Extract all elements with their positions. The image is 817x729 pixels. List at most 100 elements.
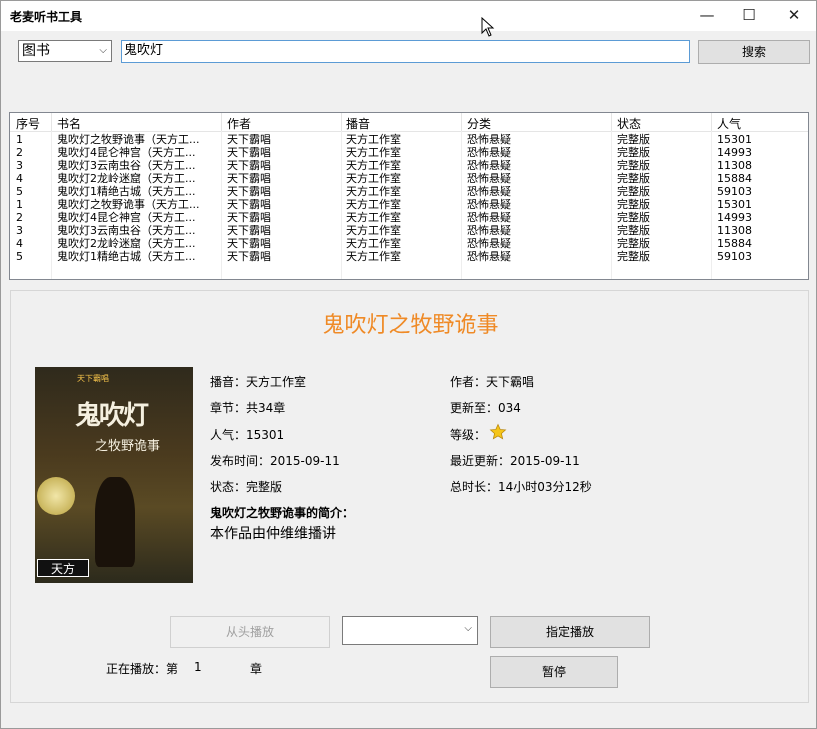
author-cell: 天下霸唱 <box>227 250 271 263</box>
author-cell: 天下霸唱 <box>227 172 271 185</box>
table-row[interactable]: 2 鬼吹灯4昆仑神宫（天方工... 天下霸唱 天方工作室 恐怖悬疑 完整版 14993 <box>10 211 808 224</box>
popularity-cell: 15884 <box>717 237 752 250</box>
table-row[interactable]: 3 鬼吹灯3云南虫谷（天方工... 天下霸唱 天方工作室 恐怖悬疑 完整版 11308 <box>10 159 808 172</box>
results-table[interactable]: 序号 书名 作者 播音 分类 状态 人气 1 鬼吹灯之牧野诡事（天方工... 天下霸… <box>9 112 809 280</box>
published-info: 发布时间：2015-09-11 <box>210 454 340 468</box>
pause-button[interactable]: 暂停 <box>490 656 618 688</box>
column-header[interactable]: 人气 <box>717 115 741 132</box>
narrator-cell: 天方工作室 <box>346 250 401 263</box>
column-divider[interactable] <box>611 113 612 131</box>
status-info: 状态：完整版 <box>210 480 283 494</box>
category-select[interactable]: 图书 ⌵ <box>18 40 112 62</box>
column-divider[interactable] <box>221 113 222 131</box>
author-cell: 天下霸唱 <box>227 146 271 159</box>
narrator-cell: 天方工作室 <box>346 198 401 211</box>
cover-figure-graphic <box>95 477 135 567</box>
column-divider[interactable] <box>51 113 52 131</box>
author-cell: 天下霸唱 <box>227 185 271 198</box>
category-cell: 恐怖悬疑 <box>467 133 511 146</box>
chapter-select[interactable]: ⌵ <box>342 616 478 645</box>
table-header: 序号 书名 作者 播音 分类 状态 人气 <box>10 113 808 132</box>
star-icon <box>489 423 507 440</box>
status-cell: 完整版 <box>617 185 650 198</box>
index-cell: 2 <box>16 211 23 224</box>
table-row[interactable]: 4 鬼吹灯2龙岭迷窟（天方工... 天下霸唱 天方工作室 恐怖悬疑 完整版 15884 <box>10 237 808 250</box>
column-header[interactable]: 序号 <box>16 115 40 132</box>
column-divider[interactable] <box>711 113 712 131</box>
minimize-button[interactable]: — <box>684 1 730 29</box>
popularity-cell: 59103 <box>717 250 752 263</box>
intro-text: 本作品由仲维维播讲 <box>210 526 336 542</box>
table-row[interactable]: 3 鬼吹灯3云南虫谷（天方工... 天下霸唱 天方工作室 恐怖悬疑 完整版 11308 <box>10 224 808 237</box>
index-cell: 5 <box>16 250 23 263</box>
app-window: 老麦听书工具 — ☐ ✕ 图书 ⌵ 鬼吹灯 搜索 序号 书名 作者 播音 分类 … <box>0 0 817 729</box>
category-cell: 恐怖悬疑 <box>467 198 511 211</box>
narrator-cell: 天方工作室 <box>346 211 401 224</box>
column-header[interactable]: 书名 <box>57 115 81 132</box>
category-cell: 恐怖悬疑 <box>467 146 511 159</box>
column-header[interactable]: 分类 <box>467 115 491 132</box>
popularity-cell: 59103 <box>717 185 752 198</box>
column-divider[interactable] <box>461 113 462 131</box>
book-name-cell: 鬼吹灯3云南虫谷（天方工... <box>57 159 196 172</box>
column-header[interactable]: 作者 <box>227 115 251 132</box>
narrator-cell: 天方工作室 <box>346 185 401 198</box>
index-cell: 3 <box>16 224 23 237</box>
status-cell: 完整版 <box>617 198 650 211</box>
mouse-cursor-icon <box>481 17 495 37</box>
table-row[interactable]: 5 鬼吹灯1精绝古城（天方工... 天下霸唱 天方工作室 恐怖悬疑 完整版 59103 <box>10 250 808 263</box>
duration-info: 总时长：14小时03分12秒 <box>450 480 592 494</box>
column-header[interactable]: 播音 <box>346 115 370 132</box>
table-row[interactable]: 2 鬼吹灯4昆仑神宫（天方工... 天下霸唱 天方工作室 恐怖悬疑 完整版 14993 <box>10 146 808 159</box>
popularity-cell: 15301 <box>717 198 752 211</box>
author-cell: 天下霸唱 <box>227 133 271 146</box>
rating-label: 等级： <box>450 428 487 442</box>
popularity-cell: 15884 <box>717 172 752 185</box>
chapters-info: 章节：共34章 <box>210 401 286 415</box>
book-name-cell: 鬼吹灯之牧野诡事（天方工... <box>57 198 200 211</box>
table-row[interactable]: 4 鬼吹灯2龙岭迷窟（天方工... 天下霸唱 天方工作室 恐怖悬疑 完整版 15884 <box>10 172 808 185</box>
narrator-cell: 天方工作室 <box>346 237 401 250</box>
narrator-cell: 天方工作室 <box>346 159 401 172</box>
popularity-cell: 11308 <box>717 224 752 237</box>
popularity-cell: 14993 <box>717 146 752 159</box>
narrator-cell: 天方工作室 <box>346 146 401 159</box>
table-row[interactable]: 1 鬼吹灯之牧野诡事（天方工... 天下霸唱 天方工作室 恐怖悬疑 完整版 15301 <box>10 198 808 211</box>
publisher-logo: 天方 <box>37 559 89 577</box>
search-input[interactable]: 鬼吹灯 <box>121 40 690 63</box>
book-name-cell: 鬼吹灯4昆仑神宫（天方工... <box>57 146 196 159</box>
search-button[interactable]: 搜索 <box>698 40 810 64</box>
book-title: 鬼吹灯之牧野诡事 <box>322 313 499 338</box>
search-query-text: 鬼吹灯 <box>124 43 164 58</box>
moon-graphic <box>37 477 75 515</box>
status-cell: 完整版 <box>617 159 650 172</box>
category-cell: 恐怖悬疑 <box>467 250 511 263</box>
now-playing-chapter: 1 <box>194 660 202 674</box>
popularity-cell: 15301 <box>717 133 752 146</box>
book-name-cell: 鬼吹灯1精绝古城（天方工... <box>57 185 196 198</box>
book-name-cell: 鬼吹灯4昆仑神宫（天方工... <box>57 211 196 224</box>
last-update-info: 最近更新：2015-09-11 <box>450 454 580 468</box>
category-cell: 恐怖悬疑 <box>467 224 511 237</box>
status-cell: 完整版 <box>617 224 650 237</box>
play-from-start-button[interactable]: 从头播放 <box>170 616 330 648</box>
book-cover-image: 天下霸唱 鬼吹灯 之牧野诡事 天方 <box>35 367 193 583</box>
column-header[interactable]: 状态 <box>617 115 641 132</box>
play-specified-button[interactable]: 指定播放 <box>490 616 650 648</box>
now-playing-label: 正在播放：第 <box>106 662 179 676</box>
index-cell: 4 <box>16 172 23 185</box>
narrator-cell: 天方工作室 <box>346 224 401 237</box>
cover-title-text: 鬼吹灯 <box>75 401 149 431</box>
column-divider[interactable] <box>341 113 342 131</box>
intro-label: 鬼吹灯之牧野诡事的简介： <box>210 506 355 520</box>
category-cell: 恐怖悬疑 <box>467 211 511 224</box>
table-row[interactable]: 5 鬼吹灯1精绝古城（天方工... 天下霸唱 天方工作室 恐怖悬疑 完整版 59103 <box>10 185 808 198</box>
index-cell: 1 <box>16 198 23 211</box>
status-cell: 完整版 <box>617 237 650 250</box>
status-cell: 完整版 <box>617 211 650 224</box>
window-title: 老麦听书工具 <box>10 10 83 24</box>
author-cell: 天下霸唱 <box>227 237 271 250</box>
table-row[interactable]: 1 鬼吹灯之牧野诡事（天方工... 天下霸唱 天方工作室 恐怖悬疑 完整版 15301 <box>10 133 808 146</box>
close-button[interactable]: ✕ <box>771 1 817 29</box>
maximize-button[interactable]: ☐ <box>726 1 772 29</box>
